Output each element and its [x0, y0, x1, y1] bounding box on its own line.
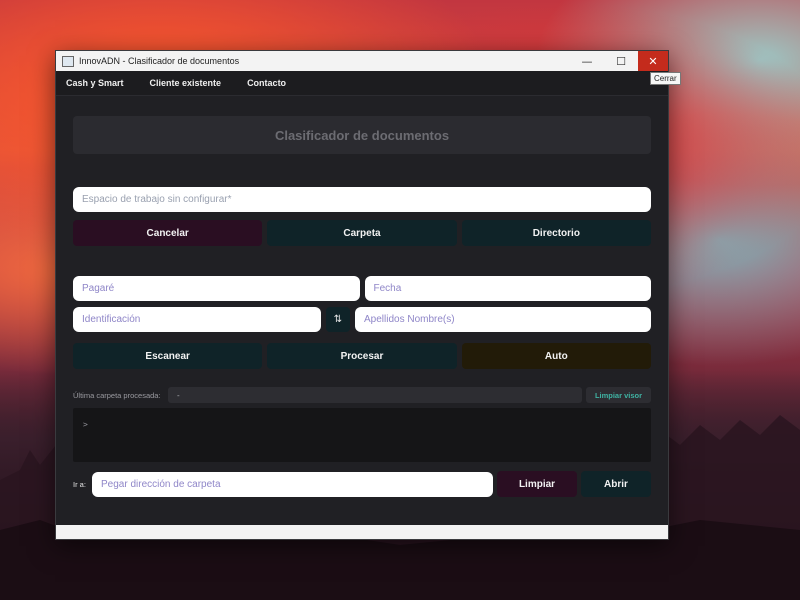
menu-item-contacto[interactable]: Contacto — [243, 76, 290, 90]
close-button[interactable]: ✕ — [638, 51, 668, 71]
goto-label: Ir a: — [73, 479, 86, 489]
workspace-buttons-row: Cancelar Carpeta Directorio — [73, 220, 651, 246]
cancel-button[interactable]: Cancelar — [73, 220, 263, 246]
identificacion-nombre-row: Identificación ⇅ Apellidos Nombre(s) — [73, 307, 651, 332]
last-folder-row: Última carpeta procesada: - Limpiar viso… — [73, 387, 651, 403]
last-folder-label: Última carpeta procesada: — [73, 390, 161, 400]
identificacion-input[interactable]: Identificación — [73, 307, 321, 332]
close-tooltip: Cerrar — [650, 72, 681, 85]
maximize-button[interactable]: ☐ — [604, 51, 638, 71]
pagare-input[interactable]: Pagaré — [73, 276, 360, 301]
clear-button[interactable]: Limpiar — [497, 471, 577, 497]
open-button[interactable]: Abrir — [581, 471, 651, 497]
menu-item-cash-y-smart[interactable]: Cash y Smart — [62, 76, 128, 90]
window-bottom-strip — [56, 525, 668, 539]
action-buttons-row: Escanear Procesar Auto — [73, 343, 651, 369]
last-folder-value: - — [168, 387, 582, 403]
console-prompt: > — [83, 420, 88, 429]
auto-button[interactable]: Auto — [461, 343, 651, 369]
scan-button[interactable]: Escanear — [73, 343, 263, 369]
minimize-button[interactable]: — — [570, 51, 604, 71]
goto-row: Ir a: Pegar dirección de carpeta Limpiar… — [73, 471, 651, 497]
menu-item-cliente-existente[interactable]: Cliente existente — [146, 76, 226, 90]
process-button[interactable]: Procesar — [267, 343, 457, 369]
goto-folder-input[interactable]: Pegar dirección de carpeta — [92, 471, 493, 497]
workspace-input[interactable]: Espacio de trabajo sin configurar* — [73, 187, 651, 212]
directory-button[interactable]: Directorio — [461, 220, 651, 246]
swap-icon[interactable]: ⇅ — [326, 307, 350, 332]
clear-viewer-button[interactable]: Limpiar visor — [586, 387, 651, 403]
window-title: InnovADN - Clasificador de documentos — [79, 56, 240, 66]
fecha-input[interactable]: Fecha — [364, 276, 651, 301]
app-window-icon — [62, 55, 74, 67]
pagare-fecha-row: Pagaré Fecha — [73, 276, 651, 301]
apellidos-nombre-input[interactable]: Apellidos Nombre(s) — [355, 307, 651, 332]
output-console[interactable]: > — [73, 408, 651, 462]
page-title: Clasificador de documentos — [73, 116, 651, 154]
title-bar[interactable]: InnovADN - Clasificador de documentos — … — [56, 51, 668, 71]
main-content: Clasificador de documentos Espacio de tr… — [56, 116, 668, 497]
app-window: InnovADN - Clasificador de documentos — … — [55, 50, 669, 540]
menu-bar: Cash y Smart Cliente existente Contacto — [56, 71, 668, 96]
folder-button[interactable]: Carpeta — [267, 220, 457, 246]
